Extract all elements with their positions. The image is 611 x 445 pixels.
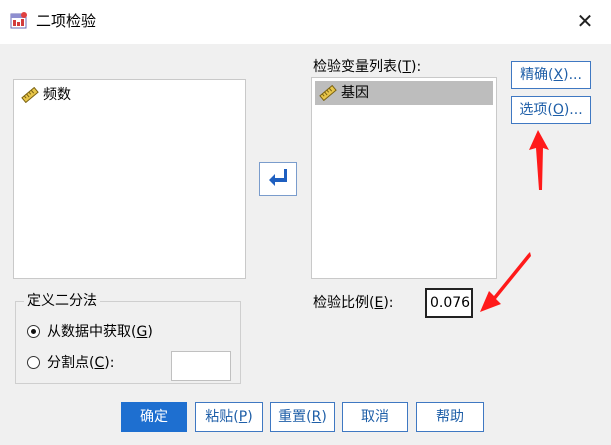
- cut-point-input[interactable]: [171, 351, 231, 381]
- test-variable-list[interactable]: 基因: [311, 77, 497, 279]
- reset-button[interactable]: 重置(R): [270, 402, 335, 432]
- radio-dot: [31, 329, 36, 334]
- test-variables-label: 检验变量列表(T):: [313, 59, 422, 75]
- source-variable-list[interactable]: 频数: [13, 79, 246, 279]
- title-bar: 二项检验 ✕: [0, 0, 611, 44]
- window-title: 二项检验: [36, 12, 97, 30]
- test-proportion-input[interactable]: 0.076: [425, 288, 473, 318]
- from-data-label[interactable]: 从数据中获取(G): [47, 323, 153, 341]
- list-item-label: 基因: [341, 85, 369, 101]
- app-icon: [10, 11, 29, 30]
- from-data-radio[interactable]: [27, 325, 40, 338]
- ok-button[interactable]: 确定: [121, 402, 187, 432]
- cancel-button[interactable]: 取消: [342, 402, 408, 432]
- test-proportion-label: 检验比例(E):: [313, 295, 394, 311]
- scale-ruler-icon: [319, 84, 337, 102]
- close-icon: ✕: [576, 9, 594, 33]
- scale-ruler-icon: [21, 86, 39, 104]
- move-variable-button[interactable]: [259, 162, 297, 196]
- options-button[interactable]: 选项(O)...: [511, 96, 591, 124]
- list-item-label: 频数: [43, 87, 71, 103]
- list-item[interactable]: 基因: [315, 81, 493, 105]
- list-item[interactable]: 频数: [17, 83, 71, 107]
- cut-point-radio[interactable]: [27, 356, 40, 369]
- help-button[interactable]: 帮助: [416, 402, 484, 432]
- cut-point-label[interactable]: 分割点(C):: [47, 354, 114, 372]
- exact-button[interactable]: 精确(X)...: [511, 61, 591, 89]
- close-button[interactable]: ✕: [572, 9, 598, 33]
- move-right-arrow-icon: [269, 169, 287, 186]
- paste-button[interactable]: 粘贴(P): [195, 402, 263, 432]
- define-dichotomy-legend: 定义二分法: [24, 292, 100, 310]
